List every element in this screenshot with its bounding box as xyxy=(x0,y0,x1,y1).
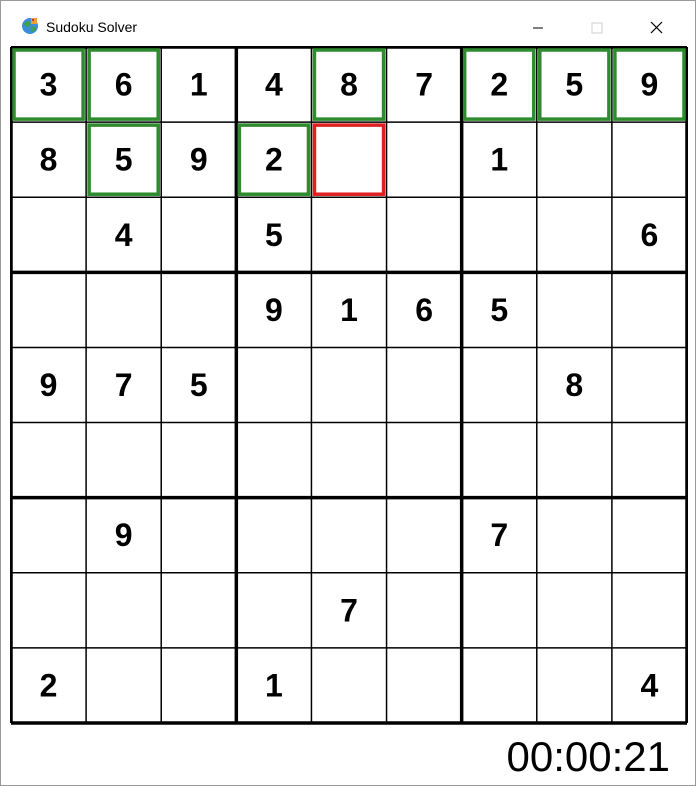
cell-digit: 9 xyxy=(190,142,208,178)
sudoku-window: Sudoku Solver 3 6 1 4 8 7 2 5 9 8 5 9 2 1 4 5 6 9 1 6 5 9 7 5 8 9… xyxy=(0,0,696,786)
sudoku-cell-r2c6[interactable] xyxy=(386,122,462,198)
cell-digit: 1 xyxy=(340,292,358,328)
minimize-icon xyxy=(533,27,543,29)
sudoku-cell-r6c5[interactable] xyxy=(311,422,387,498)
close-button[interactable] xyxy=(633,9,679,41)
cell-digit: 2 xyxy=(265,142,283,178)
sudoku-cell-r3c6[interactable] xyxy=(386,197,462,273)
cell-digit: 9 xyxy=(265,292,283,328)
cell-digit: 9 xyxy=(115,517,133,553)
sudoku-cell-r3c1[interactable] xyxy=(11,197,87,273)
sudoku-cell-r3c8[interactable] xyxy=(536,197,612,273)
sudoku-cell-r4c1[interactable] xyxy=(11,272,87,348)
sudoku-cell-r6c8[interactable] xyxy=(536,422,612,498)
sudoku-cell-r9c5[interactable] xyxy=(311,647,387,723)
cell-digit: 6 xyxy=(415,292,433,328)
sudoku-cell-r4c9[interactable] xyxy=(611,272,687,348)
cell-digit: 3 xyxy=(40,67,58,103)
sudoku-cell-r9c6[interactable] xyxy=(386,647,462,723)
sudoku-cell-r5c6[interactable] xyxy=(386,347,462,423)
cell-digit: 5 xyxy=(190,367,208,403)
sudoku-cell-r6c7[interactable] xyxy=(461,422,537,498)
sudoku-cell-r4c3[interactable] xyxy=(161,272,237,348)
sudoku-cell-r9c8[interactable] xyxy=(536,647,612,723)
app-icon xyxy=(22,18,38,34)
sudoku-cell-r6c1[interactable] xyxy=(11,422,87,498)
cell-digit: 5 xyxy=(115,142,133,178)
cell-digit: 9 xyxy=(40,367,58,403)
cell-digit: 7 xyxy=(340,592,358,628)
sudoku-cell-r6c4[interactable] xyxy=(236,422,312,498)
cell-digit: 7 xyxy=(115,367,133,403)
sudoku-cell-r9c3[interactable] xyxy=(161,647,237,723)
cell-digit: 1 xyxy=(190,67,208,103)
cell-digit: 4 xyxy=(115,217,133,253)
sudoku-cell-r5c4[interactable] xyxy=(236,347,312,423)
elapsed-timer: 00:00:21 xyxy=(506,733,671,780)
sudoku-cell-r7c4[interactable] xyxy=(236,497,312,573)
sudoku-cell-r4c8[interactable] xyxy=(536,272,612,348)
sudoku-cell-r6c2[interactable] xyxy=(86,422,162,498)
window-title: Sudoku Solver xyxy=(46,19,138,35)
sudoku-cell-r6c6[interactable] xyxy=(386,422,462,498)
cell-digit: 2 xyxy=(490,67,508,103)
sudoku-cell-r2c9[interactable] xyxy=(611,122,687,198)
sudoku-cell-r3c7[interactable] xyxy=(461,197,537,273)
maximize-icon xyxy=(591,22,603,34)
sudoku-cell-r5c5[interactable] xyxy=(311,347,387,423)
status-bar: 00:00:21 xyxy=(10,725,686,783)
sudoku-cell-r3c5[interactable] xyxy=(311,197,387,273)
sudoku-cell-r8c2[interactable] xyxy=(86,572,162,648)
sudoku-cell-r9c2[interactable] xyxy=(86,647,162,723)
minimize-button[interactable] xyxy=(515,9,561,41)
sudoku-cell-r8c3[interactable] xyxy=(161,572,237,648)
cell-digit: 9 xyxy=(641,67,659,103)
sudoku-cell-r7c6[interactable] xyxy=(386,497,462,573)
cell-digit: 1 xyxy=(265,667,283,703)
cell-digit: 8 xyxy=(40,142,58,178)
sudoku-cell-r7c5[interactable] xyxy=(311,497,387,573)
sudoku-cell-r7c8[interactable] xyxy=(536,497,612,573)
close-icon xyxy=(650,21,663,34)
cell-digit: 5 xyxy=(565,67,583,103)
cell-digit: 8 xyxy=(565,367,583,403)
sudoku-cell-r8c7[interactable] xyxy=(461,572,537,648)
sudoku-cell-r8c6[interactable] xyxy=(386,572,462,648)
cell-digit: 6 xyxy=(115,67,133,103)
sudoku-cell-r5c9[interactable] xyxy=(611,347,687,423)
cell-digit: 8 xyxy=(340,67,358,103)
sudoku-cell-r8c4[interactable] xyxy=(236,572,312,648)
cell-digit: 5 xyxy=(490,292,508,328)
sudoku-cell-r7c9[interactable] xyxy=(611,497,687,573)
maximize-button[interactable] xyxy=(573,9,619,41)
sudoku-cell-r5c7[interactable] xyxy=(461,347,537,423)
sudoku-cell-r8c8[interactable] xyxy=(536,572,612,648)
sudoku-cell-r2c5[interactable] xyxy=(311,122,387,198)
sudoku-cell-r8c9[interactable] xyxy=(611,572,687,648)
sudoku-cell-r9c7[interactable] xyxy=(461,647,537,723)
cell-digit: 7 xyxy=(415,67,433,103)
sudoku-cell-r7c1[interactable] xyxy=(11,497,87,573)
sudoku-cell-r7c3[interactable] xyxy=(161,497,237,573)
sudoku-cell-r6c9[interactable] xyxy=(611,422,687,498)
cell-digit: 7 xyxy=(490,517,508,553)
sudoku-grid: 3 6 1 4 8 7 2 5 9 8 5 9 2 1 4 5 6 9 1 6 5 9 7 5 8 9 7 7 2 1 4 xyxy=(10,46,688,725)
title-bar[interactable]: Sudoku Solver xyxy=(1,1,695,45)
cell-digit: 2 xyxy=(40,667,58,703)
sudoku-cell-r2c8[interactable] xyxy=(536,122,612,198)
sudoku-cell-r3c3[interactable] xyxy=(161,197,237,273)
sudoku-cell-r8c1[interactable] xyxy=(11,572,87,648)
sudoku-board: 3 6 1 4 8 7 2 5 9 8 5 9 2 1 4 5 6 9 1 6 5 9 7 5 8 9 7 7 2 1 4 xyxy=(10,46,688,726)
sudoku-cell-r6c3[interactable] xyxy=(161,422,237,498)
sudoku-cell-r4c2[interactable] xyxy=(86,272,162,348)
cell-digit: 4 xyxy=(641,667,659,703)
cell-digit: 1 xyxy=(490,142,508,178)
cell-digit: 6 xyxy=(641,217,659,253)
cell-digit: 5 xyxy=(265,217,283,253)
cell-digit: 4 xyxy=(265,67,283,103)
